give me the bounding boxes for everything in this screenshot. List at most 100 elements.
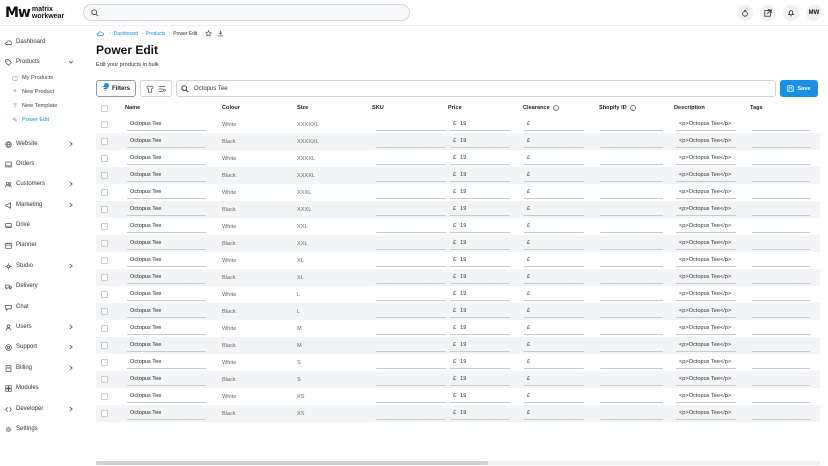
sku-field[interactable]: [376, 152, 446, 165]
description-field[interactable]: <p>Octopus Tee</p>: [676, 186, 736, 199]
price-field[interactable]: £19: [450, 339, 510, 352]
user-avatar[interactable]: MW: [806, 5, 822, 21]
tags-field[interactable]: [752, 288, 810, 301]
price-field[interactable]: £19: [450, 271, 510, 284]
sidebar-item-billing[interactable]: Billing: [5, 362, 80, 374]
row-checkbox[interactable]: [101, 138, 108, 145]
clearance-field[interactable]: £: [524, 407, 584, 420]
row-checkbox[interactable]: [101, 291, 108, 298]
select-all-checkbox[interactable]: [101, 105, 108, 112]
download-icon[interactable]: [217, 30, 224, 37]
row-checkbox[interactable]: [101, 325, 108, 332]
description-field[interactable]: <p>Octopus Tee</p>: [676, 152, 736, 165]
horizontal-scrollbar-thumb[interactable]: [96, 461, 488, 465]
product-filter-input[interactable]: Octopus Tee: [176, 80, 776, 97]
sidebar-item-orders[interactable]: Orders: [5, 158, 80, 170]
price-field[interactable]: £19: [450, 373, 510, 386]
column-header-description[interactable]: Description: [674, 105, 705, 111]
name-field[interactable]: Octopus Tee: [127, 152, 206, 165]
row-checkbox[interactable]: [101, 240, 108, 247]
clearance-field[interactable]: £: [524, 356, 584, 369]
name-field[interactable]: Octopus Tee: [127, 339, 206, 352]
name-field[interactable]: Octopus Tee: [127, 407, 206, 420]
column-header-tags[interactable]: Tags: [750, 105, 763, 111]
description-field[interactable]: <p>Octopus Tee</p>: [676, 356, 736, 369]
filters-button[interactable]: Filters: [96, 80, 136, 97]
column-header-shopify-id[interactable]: Shopify ID i: [599, 105, 636, 111]
row-checkbox[interactable]: [101, 223, 108, 230]
row-checkbox[interactable]: [101, 359, 108, 366]
info-icon[interactable]: i: [629, 105, 636, 111]
price-field[interactable]: £19: [450, 322, 510, 335]
description-field[interactable]: <p>Octopus Tee</p>: [676, 220, 736, 233]
tags-field[interactable]: [752, 271, 810, 284]
sidebar-item-website[interactable]: Website: [5, 138, 80, 150]
shopify-id-field[interactable]: [600, 322, 663, 335]
sku-field[interactable]: [376, 373, 446, 386]
name-field[interactable]: Octopus Tee: [127, 271, 206, 284]
row-checkbox[interactable]: [101, 172, 108, 179]
row-checkbox[interactable]: [101, 206, 108, 213]
tags-field[interactable]: [752, 356, 810, 369]
price-field[interactable]: £19: [450, 237, 510, 250]
description-field[interactable]: <p>Octopus Tee</p>: [676, 271, 736, 284]
sidebar-item-studio[interactable]: Studio: [5, 260, 80, 272]
tags-field[interactable]: [752, 203, 810, 216]
shopify-id-field[interactable]: [600, 356, 663, 369]
row-checkbox[interactable]: [101, 274, 108, 281]
sidebar-item-products[interactable]: Products: [5, 56, 80, 68]
tags-field[interactable]: [752, 169, 810, 182]
clearance-field[interactable]: £: [524, 288, 584, 301]
name-field[interactable]: Octopus Tee: [127, 186, 206, 199]
sku-field[interactable]: [376, 390, 446, 403]
breadcrumb-products[interactable]: Products: [146, 31, 166, 37]
cloud-icon[interactable]: [96, 30, 104, 37]
name-field[interactable]: Octopus Tee: [127, 254, 206, 267]
clearance-field[interactable]: £: [524, 220, 584, 233]
sku-field[interactable]: [376, 220, 446, 233]
tags-field[interactable]: [752, 390, 810, 403]
clearance-field[interactable]: £: [524, 203, 584, 216]
column-header-sku[interactable]: SKU: [372, 105, 384, 111]
clearance-field[interactable]: £: [524, 169, 584, 182]
description-field[interactable]: <p>Octopus Tee</p>: [676, 339, 736, 352]
price-field[interactable]: £19: [450, 152, 510, 165]
price-field[interactable]: £19: [450, 186, 510, 199]
description-field[interactable]: <p>Octopus Tee</p>: [676, 135, 736, 148]
sku-field[interactable]: [376, 135, 446, 148]
sku-field[interactable]: [376, 339, 446, 352]
tags-field[interactable]: [752, 254, 810, 267]
shopify-id-field[interactable]: [600, 373, 663, 386]
shopify-id-field[interactable]: [600, 288, 663, 301]
price-field[interactable]: £19: [450, 220, 510, 233]
tags-field[interactable]: [752, 237, 810, 250]
sidebar-subitem-my-products[interactable]: ▢ My Products: [11, 73, 53, 83]
star-icon[interactable]: [205, 30, 213, 37]
name-field[interactable]: Octopus Tee: [127, 356, 206, 369]
sidebar-item-delivery[interactable]: Delivery: [5, 280, 80, 292]
price-field[interactable]: £19: [450, 118, 510, 131]
tags-field[interactable]: [752, 152, 810, 165]
tags-field[interactable]: [752, 305, 810, 318]
price-field[interactable]: £19: [450, 203, 510, 216]
name-field[interactable]: Octopus Tee: [127, 135, 206, 148]
row-checkbox[interactable]: [101, 342, 108, 349]
tags-field[interactable]: [752, 339, 810, 352]
save-button[interactable]: Save: [780, 80, 818, 97]
sidebar-item-customers[interactable]: Customers: [5, 178, 80, 190]
sku-field[interactable]: [376, 254, 446, 267]
name-field[interactable]: Octopus Tee: [127, 220, 206, 233]
sku-field[interactable]: [376, 407, 446, 420]
sku-field[interactable]: [376, 186, 446, 199]
shopify-id-field[interactable]: [600, 271, 663, 284]
price-field[interactable]: £19: [450, 390, 510, 403]
shopify-id-field[interactable]: [600, 169, 663, 182]
sidebar-item-modules[interactable]: Modules: [5, 382, 80, 394]
tags-field[interactable]: [752, 220, 810, 233]
sidebar-subitem-power-edit[interactable]: ✎ Power Edit: [11, 115, 49, 125]
sku-field[interactable]: [376, 271, 446, 284]
list-settings-icon[interactable]: [158, 85, 166, 93]
tags-field[interactable]: [752, 118, 810, 131]
clearance-field[interactable]: £: [524, 254, 584, 267]
tags-field[interactable]: [752, 135, 810, 148]
